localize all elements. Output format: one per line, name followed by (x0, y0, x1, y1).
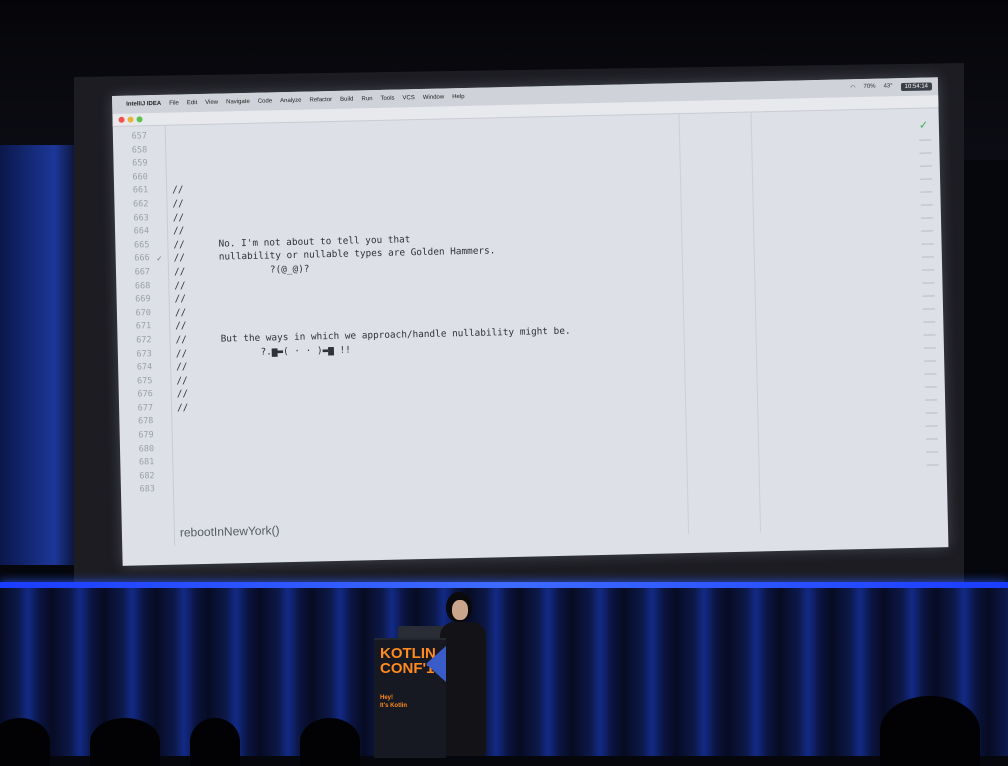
stripe-mark[interactable] (920, 191, 933, 193)
line-number[interactable]: 664 (115, 225, 163, 240)
gutter-check-icon[interactable]: ✓ (157, 252, 162, 266)
audience-head (190, 718, 240, 766)
line-number[interactable]: 681 (120, 456, 168, 471)
line-number[interactable]: 662 (114, 198, 162, 213)
indent-guide (678, 114, 690, 535)
menu-run[interactable]: Run (361, 96, 372, 102)
stripe-mark[interactable] (925, 399, 938, 401)
line-number[interactable]: 673 (118, 347, 166, 362)
right-margin-guide (750, 112, 762, 533)
stripe-mark[interactable] (921, 256, 934, 258)
line-number[interactable]: 675 (118, 375, 166, 390)
line-number[interactable]: 674 (118, 361, 166, 376)
line-number[interactable]: 663 (115, 211, 163, 226)
line-number[interactable]: 668 (116, 279, 164, 294)
line-number[interactable]: 670 (117, 307, 165, 322)
stripe-mark[interactable] (926, 451, 939, 453)
menu-vcs[interactable]: VCS (402, 95, 414, 101)
stripe-mark[interactable] (924, 373, 937, 375)
status-area: ◠ 70% 43° 10:54:14 (850, 82, 933, 92)
line-number[interactable]: 678 (119, 415, 167, 430)
podium-tagline: Hey! It's Kotlin (380, 694, 407, 710)
stripe-mark[interactable] (924, 360, 937, 362)
stripe-mark[interactable] (919, 165, 932, 167)
stripe-mark[interactable] (923, 347, 936, 349)
audience-head (300, 718, 360, 766)
stripe-mark[interactable] (924, 386, 937, 388)
line-number[interactable]: 665 (115, 239, 163, 254)
line-number[interactable]: 677 (119, 402, 167, 417)
line-number[interactable]: 679 (120, 429, 168, 444)
close-window-button[interactable] (118, 116, 125, 123)
menu-build[interactable]: Build (340, 97, 353, 103)
stripe-mark[interactable] (925, 438, 939, 440)
inspection-ok-icon[interactable]: ✓ (919, 118, 933, 131)
stripe-mark[interactable] (925, 425, 938, 427)
menu-tools[interactable]: Tools (380, 96, 394, 102)
audience-head (0, 718, 50, 766)
line-number-gutter: 657 658 659 660 661 662 663 664 665 666 ✓ 667 668 669… (113, 130, 169, 498)
line-number[interactable]: 683 (121, 483, 169, 498)
kotlin-logo-icon (426, 646, 446, 682)
menu-refactor[interactable]: Refactor (309, 97, 332, 104)
line-number[interactable]: 659 (113, 157, 161, 172)
line-number[interactable]: 671 (117, 320, 165, 335)
wifi-icon[interactable]: ◠ (850, 84, 855, 92)
tagline-line-2: It's Kotlin (380, 703, 408, 709)
stripe-mark[interactable] (921, 230, 934, 232)
zoom-window-button[interactable] (136, 116, 143, 123)
line-number[interactable]: 667 (116, 266, 164, 281)
stripe-mark[interactable] (922, 269, 935, 271)
stripe-mark[interactable] (923, 308, 936, 310)
line-number-text: 666 (134, 253, 150, 264)
stripe-mark[interactable] (923, 334, 936, 336)
stripe-mark[interactable] (926, 464, 939, 466)
stripe-mark[interactable] (925, 412, 938, 414)
line-number[interactable]: 666 ✓ (116, 252, 164, 267)
menu-file[interactable]: File (169, 100, 179, 106)
presenter-face (452, 600, 468, 620)
error-stripe[interactable]: ✓ (919, 118, 942, 528)
line-number[interactable]: 661 (114, 184, 162, 199)
line-number[interactable]: 658 (113, 143, 161, 158)
projected-ide-window: IntelliJ IDEA File Edit View Navigate Co… (112, 77, 949, 566)
line-number[interactable]: 669 (116, 293, 164, 308)
menu-window[interactable]: Window (423, 94, 444, 100)
window-controls (118, 116, 143, 123)
menu-app-name[interactable]: IntelliJ IDEA (126, 101, 161, 108)
temperature-readout: 43° (883, 83, 893, 90)
stripe-mark[interactable] (920, 217, 933, 219)
line-number[interactable]: 660 (114, 171, 162, 186)
line-number[interactable]: 680 (120, 442, 168, 457)
line-number[interactable]: 682 (121, 470, 169, 485)
line-number[interactable]: 676 (119, 388, 167, 403)
menu-edit[interactable]: Edit (187, 100, 197, 106)
stripe-mark[interactable] (920, 204, 933, 206)
breadcrumb[interactable]: rebootInNewYork() (180, 523, 280, 539)
line-number[interactable]: 672 (117, 334, 165, 349)
stripe-mark[interactable] (921, 243, 934, 245)
side-screen (0, 145, 78, 565)
minimize-window-button[interactable] (127, 116, 134, 123)
stripe-mark[interactable] (923, 321, 936, 323)
stripe-mark[interactable] (922, 295, 935, 297)
battery-percent: 70% (863, 83, 876, 90)
menu-view[interactable]: View (205, 100, 218, 106)
code-text-area[interactable]: ////////// No. I'm not about to tell you… (171, 121, 574, 497)
menu-analyze[interactable]: Analyze (280, 98, 301, 104)
stripe-mark[interactable] (920, 178, 933, 180)
menu-help[interactable]: Help (452, 94, 464, 100)
stripe-mark[interactable] (922, 282, 935, 284)
tagline-line-1: Hey! (380, 695, 394, 701)
stripe-mark[interactable] (919, 139, 932, 141)
code-editor[interactable]: 657 658 659 660 661 662 663 664 665 666 ✓ 667 668 669… (113, 108, 948, 547)
menu-navigate[interactable]: Navigate (226, 99, 250, 106)
menu-code[interactable]: Code (258, 98, 272, 104)
menubar-clock[interactable]: 10:54:14 (900, 82, 933, 92)
audience-head (90, 718, 160, 766)
line-number[interactable]: 657 (113, 130, 161, 145)
presenter-body (440, 622, 486, 756)
stripe-mark[interactable] (919, 152, 932, 154)
